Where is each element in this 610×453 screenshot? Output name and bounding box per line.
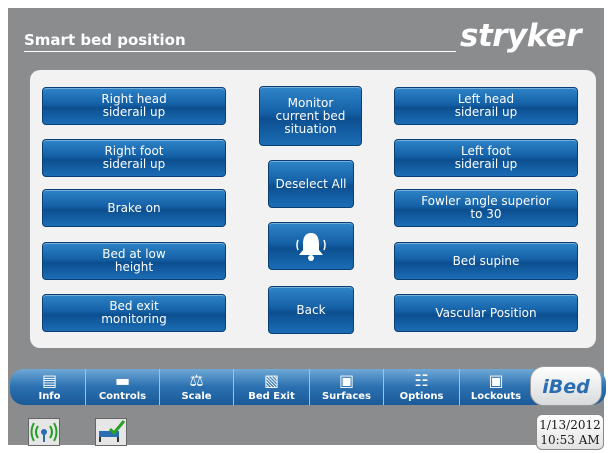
tab-options[interactable]: ☷ Options (384, 369, 460, 405)
wireless-status[interactable] (28, 418, 60, 446)
back-button[interactable]: Back (268, 286, 354, 334)
page-title: Smart bed position (24, 31, 456, 52)
deselect-all-button[interactable]: Deselect All (268, 160, 354, 208)
time-text: 10:53 AM (540, 433, 600, 447)
bed-exit-icon: ▧ (263, 371, 280, 390)
date-time-display: 1/13/2012 10:53 AM (536, 414, 604, 450)
right-foot-siderail-button[interactable]: Right foot siderail up (42, 139, 226, 177)
bed-low-height-button[interactable]: Bed at low height (42, 242, 226, 280)
tab-info[interactable]: ▤ Info (14, 369, 86, 405)
bell-icon (296, 233, 326, 261)
brand-logo: stryker (460, 18, 582, 54)
left-foot-siderail-button[interactable]: Left foot siderail up (394, 139, 578, 177)
bed-status[interactable] (95, 418, 127, 446)
vascular-position-button[interactable]: Vascular Position (394, 294, 578, 332)
alarm-button[interactable] (268, 222, 354, 270)
tab-controls[interactable]: ▬ Controls (86, 369, 160, 405)
wifi-icon (30, 422, 58, 442)
lock-icon: ▣ (488, 371, 504, 390)
ibed-button[interactable]: iBed (530, 366, 602, 406)
date-text: 1/13/2012 (539, 418, 601, 432)
info-icon: ▤ (41, 371, 58, 390)
bed-check-icon (99, 420, 126, 442)
controls-icon: ▬ (114, 371, 131, 390)
surfaces-icon: ▣ (338, 371, 355, 390)
bed-exit-monitoring-button[interactable]: Bed exit monitoring (42, 294, 226, 332)
left-head-siderail-button[interactable]: Left head siderail up (394, 87, 578, 125)
tab-bed-exit[interactable]: ▧ Bed Exit (234, 369, 310, 405)
scale-icon: ⚖ (189, 371, 204, 390)
options-icon: ☷ (414, 371, 429, 390)
bed-supine-button[interactable]: Bed supine (394, 242, 578, 280)
tab-lockouts[interactable]: ▣ Lockouts (460, 369, 532, 405)
tab-surfaces[interactable]: ▣ Surfaces (310, 369, 384, 405)
tab-scale[interactable]: ⚖ Scale (160, 369, 234, 405)
fowler-angle-button[interactable]: Fowler angle superior to 30 (394, 189, 578, 227)
monitor-current-button[interactable]: Monitor current bed situation (259, 86, 362, 146)
right-head-siderail-button[interactable]: Right head siderail up (42, 87, 226, 125)
brake-on-button[interactable]: Brake on (42, 189, 226, 227)
